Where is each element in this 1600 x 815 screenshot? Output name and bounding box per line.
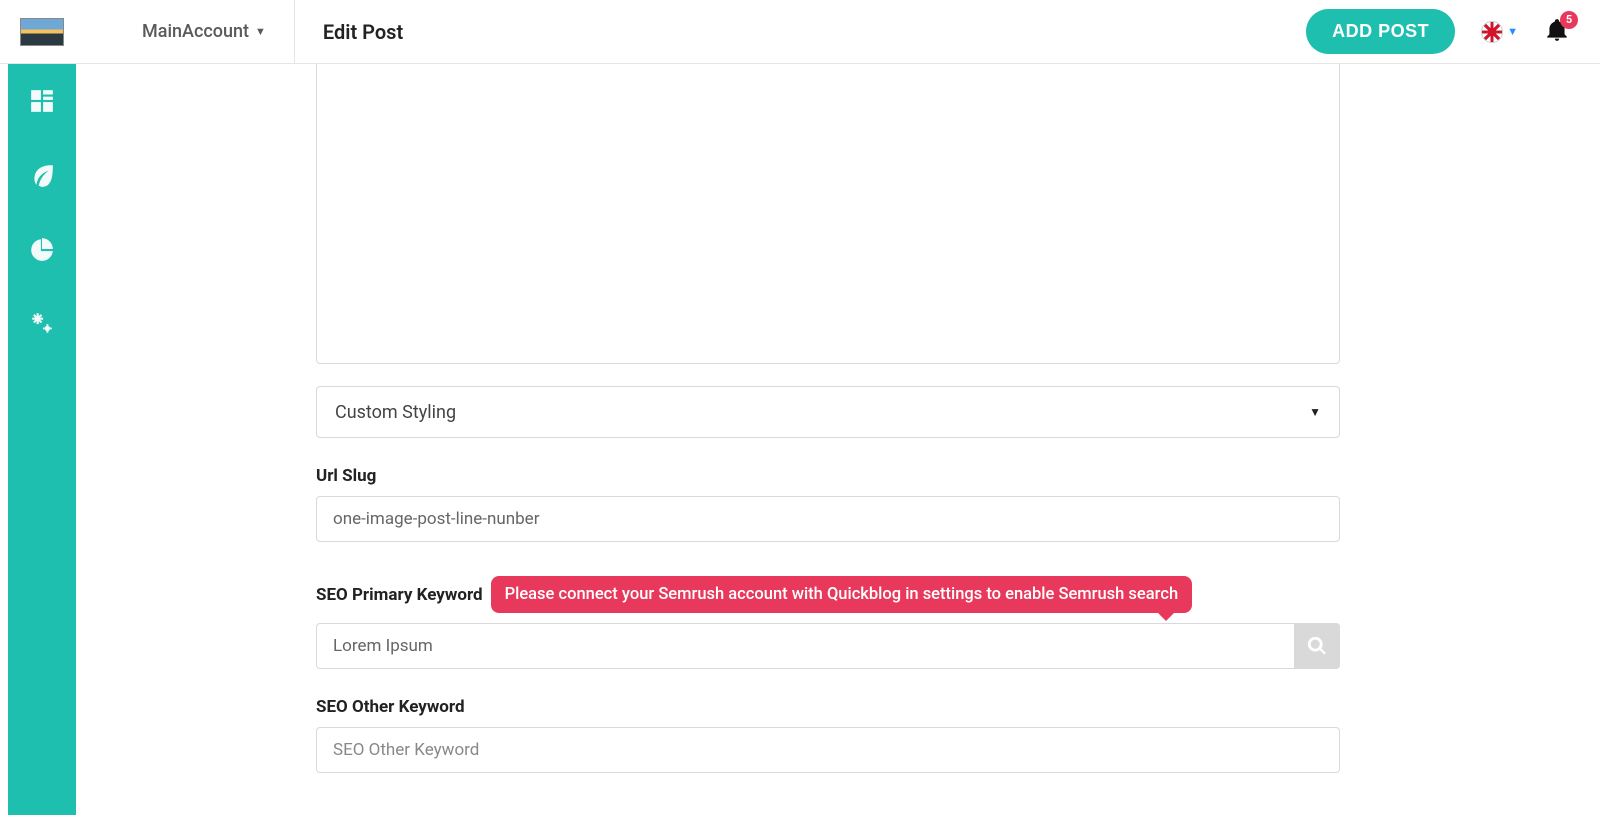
chevron-down-icon: ▼ <box>1309 405 1321 419</box>
main-content: Custom Styling ▼ Url Slug SEO Primary Ke… <box>76 64 1600 815</box>
page-title: Edit Post <box>295 20 403 44</box>
account-label: MainAccount <box>142 21 249 42</box>
custom-styling-accordion[interactable]: Custom Styling ▼ <box>316 386 1340 438</box>
url-slug-label: Url Slug <box>316 466 1340 486</box>
account-dropdown[interactable]: MainAccount ▼ <box>114 0 295 64</box>
seo-primary-input[interactable] <box>316 623 1340 669</box>
editor-area[interactable] <box>316 64 1340 364</box>
accordion-label: Custom Styling <box>335 402 456 423</box>
leaf-icon[interactable] <box>29 162 55 188</box>
seo-other-input[interactable] <box>316 727 1340 773</box>
chevron-down-icon: ▼ <box>255 25 266 38</box>
semrush-warning-tooltip: Please connect your Semrush account with… <box>491 576 1193 613</box>
left-sidebar <box>8 64 76 815</box>
header-right: ADD POST ▼ 5 <box>1306 9 1570 54</box>
language-switcher[interactable]: ▼ <box>1481 21 1518 43</box>
notifications-button[interactable]: 5 <box>1544 17 1570 47</box>
dashboard-icon[interactable] <box>29 88 55 114</box>
notification-badge: 5 <box>1560 11 1578 29</box>
pie-chart-icon[interactable] <box>29 236 55 262</box>
add-post-button[interactable]: ADD POST <box>1306 9 1455 54</box>
top-header: MainAccount ▼ Edit Post ADD POST ▼ 5 <box>0 0 1600 64</box>
flag-uk-icon <box>1481 21 1503 43</box>
gears-icon[interactable] <box>29 310 55 336</box>
app-logo <box>20 18 64 46</box>
search-icon <box>1306 635 1328 657</box>
seo-other-label: SEO Other Keyword <box>316 697 1340 717</box>
seo-search-button[interactable] <box>1294 623 1340 669</box>
seo-primary-label: SEO Primary Keyword <box>316 585 483 605</box>
url-slug-input[interactable] <box>316 496 1340 542</box>
chevron-down-icon: ▼ <box>1507 25 1518 38</box>
